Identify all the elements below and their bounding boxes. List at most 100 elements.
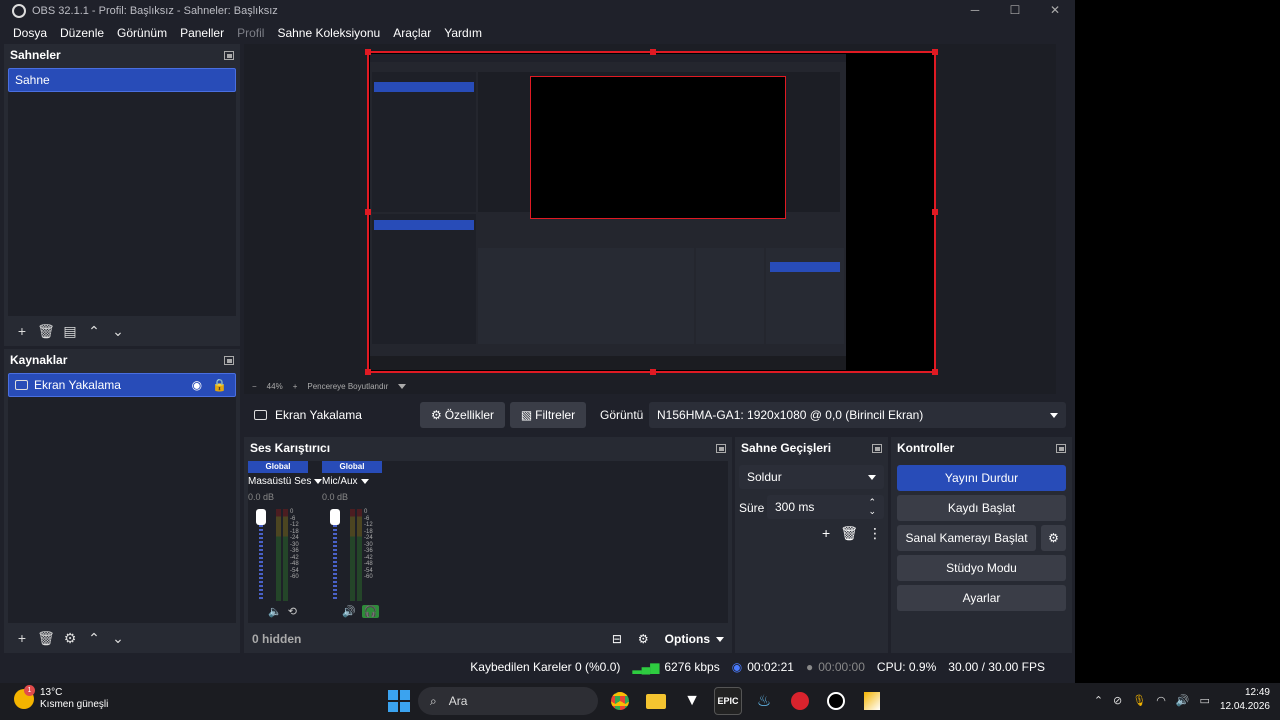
resize-handle[interactable] xyxy=(650,49,656,55)
menu-scene-collection[interactable]: Sahne Koleksiyonu xyxy=(277,26,380,40)
epic-games-icon[interactable]: EPIC xyxy=(714,687,742,715)
move-down-icon[interactable]: ⌄ xyxy=(106,626,130,650)
dock-float-icon[interactable] xyxy=(872,443,882,453)
menu-docks[interactable]: Paneller xyxy=(180,26,224,40)
dock-float-icon[interactable] xyxy=(716,443,726,453)
resize-handle[interactable] xyxy=(365,369,371,375)
mixer-title: Ses Karıştırıcı xyxy=(250,441,331,455)
resize-handle[interactable] xyxy=(932,209,938,215)
remove-transition-icon[interactable]: 🗑 xyxy=(840,525,858,542)
zoom-bar: − 44% + Pencereye Boyutlandır xyxy=(244,378,1056,394)
obs-window: OBS 32.1.1 - Profil: Başlıksız - Sahnele… xyxy=(0,0,1075,683)
zoom-mode[interactable]: Pencereye Boyutlandır xyxy=(307,382,388,391)
add-transition-icon[interactable]: + xyxy=(822,525,830,542)
clock[interactable]: 12:49 12.04.2026 xyxy=(1220,686,1270,714)
source-item[interactable]: Ekran Yakalama ◉ 🔒 xyxy=(8,373,236,397)
advanced-audio-icon[interactable]: ⚙ xyxy=(638,632,649,646)
move-down-icon[interactable]: ⌄ xyxy=(106,319,130,343)
channel-name: Masaüstü Ses xyxy=(248,476,312,487)
dock-float-icon[interactable] xyxy=(1056,443,1066,453)
menu-profile[interactable]: Profil xyxy=(237,26,264,40)
weather-widget[interactable]: 1 13°C Kısmen güneşli xyxy=(14,685,108,711)
battery-icon[interactable]: ▭ xyxy=(1200,694,1210,707)
duration-label: Süre xyxy=(739,501,765,515)
wifi-icon[interactable]: ◠ xyxy=(1156,694,1166,707)
menu-edit[interactable]: Düzenle xyxy=(60,26,104,40)
lock-icon[interactable]: 🔒 xyxy=(212,378,227,392)
add-scene-icon[interactable]: + xyxy=(10,319,34,343)
transitions-title: Sahne Geçişleri xyxy=(741,441,832,455)
studio-mode-button[interactable]: Stüdyo Modu xyxy=(897,555,1066,581)
remove-source-icon[interactable]: 🗑 xyxy=(34,626,58,650)
preview-canvas[interactable] xyxy=(365,49,938,375)
display-select[interactable]: N156HMA-GA1: 1920x1080 @ 0,0 (Birincil E… xyxy=(649,402,1066,428)
virtual-camera-settings-gear-icon[interactable]: ⚙ xyxy=(1041,525,1066,551)
duration-input[interactable]: 300 ms ⌃ ⌄ xyxy=(767,495,884,519)
menu-help[interactable]: Yardım xyxy=(444,26,482,40)
taskbar-search[interactable]: ⌕ Ara xyxy=(418,687,598,715)
menu-tools[interactable]: Araçlar xyxy=(393,26,431,40)
move-up-icon[interactable]: ⌃ xyxy=(82,319,106,343)
visibility-eye-icon[interactable]: ◉ xyxy=(192,378,202,392)
zoom-out-icon[interactable]: − xyxy=(252,382,257,391)
stepper-icon[interactable]: ⌃ ⌄ xyxy=(868,498,876,516)
layout-icon[interactable]: ⊟ xyxy=(612,632,622,646)
scenes-dock: Sahneler Sahne + 🗑 ▤ ⌃ ⌄ xyxy=(4,44,240,346)
transition-select[interactable]: Soldur xyxy=(739,465,884,489)
start-recording-button[interactable]: Kaydı Başlat xyxy=(897,495,1066,521)
resize-handle[interactable] xyxy=(365,209,371,215)
start-windows-icon[interactable] xyxy=(388,690,410,712)
zoom-mode-dropdown-icon[interactable] xyxy=(398,383,407,389)
meter-bar xyxy=(276,509,281,601)
file-explorer-icon[interactable] xyxy=(642,687,670,715)
menu-view[interactable]: Görünüm xyxy=(117,26,167,40)
headphones-icon[interactable]: 🎧 xyxy=(361,605,380,618)
dock-float-icon[interactable] xyxy=(224,355,234,365)
meter-scale-tick: -12 xyxy=(290,522,299,528)
add-source-icon[interactable]: + xyxy=(10,626,34,650)
tray-chevron-up-icon[interactable]: ⌃ xyxy=(1094,694,1103,707)
resize-handle[interactable] xyxy=(650,369,656,375)
channel-menu-icon[interactable] xyxy=(360,479,369,484)
mute-speaker-icon[interactable]: 🔈 xyxy=(268,605,282,618)
meter-scale-tick: -24 xyxy=(290,535,299,541)
zoom-in-icon[interactable]: + xyxy=(293,382,298,391)
resize-handle[interactable] xyxy=(932,49,938,55)
start-virtual-camera-button[interactable]: Sanal Kamerayı Başlat xyxy=(897,525,1036,551)
volume-slider-knob[interactable] xyxy=(330,509,340,525)
obs-taskbar-icon[interactable] xyxy=(822,687,850,715)
preview-black-area xyxy=(846,54,933,370)
red-app-icon[interactable] xyxy=(786,687,814,715)
settings-button[interactable]: Ayarlar xyxy=(897,585,1066,611)
channel-scope: Global xyxy=(248,461,308,473)
scene-filters-icon[interactable]: ▤ xyxy=(58,319,82,343)
minimize-button[interactable]: ─ xyxy=(955,0,995,20)
meter-scale: 0 -6 -12 -18 -24 -30 -36 -42 -48 -54 -60 xyxy=(290,509,299,581)
volume-slider-knob[interactable] xyxy=(256,509,266,525)
speaker-icon[interactable]: 🔊 xyxy=(342,605,356,618)
app-icon[interactable] xyxy=(858,687,886,715)
remove-scene-icon[interactable]: 🗑 xyxy=(34,319,58,343)
dock-float-icon[interactable] xyxy=(224,50,234,60)
more-options-icon[interactable]: ⋮ xyxy=(868,525,882,542)
filters-button[interactable]: ▧ Filtreler xyxy=(510,402,586,428)
mute-icon[interactable]: ⊘ xyxy=(1113,694,1122,707)
move-up-icon[interactable]: ⌃ xyxy=(82,626,106,650)
steam-icon[interactable]: ♨ xyxy=(750,687,778,715)
scene-item[interactable]: Sahne xyxy=(8,68,236,92)
options-button[interactable]: Options xyxy=(665,632,724,646)
properties-button[interactable]: ⚙ Özellikler xyxy=(420,402,505,428)
source-properties-icon[interactable]: ⚙ xyxy=(58,626,82,650)
menu-file[interactable]: Dosya xyxy=(13,26,47,40)
volume-icon[interactable]: 🔊 xyxy=(1176,694,1190,707)
maximize-button[interactable]: ☐ xyxy=(995,0,1035,20)
stop-streaming-button[interactable]: Yayını Durdur xyxy=(897,465,1066,491)
monitor-icon[interactable]: ⟲ xyxy=(288,605,297,618)
zoom-level: 44% xyxy=(266,381,283,391)
resize-handle[interactable] xyxy=(932,369,938,375)
resize-handle[interactable] xyxy=(365,49,371,55)
vivaldi-v-icon[interactable]: ▼ xyxy=(678,687,706,715)
close-button[interactable]: ✕ xyxy=(1035,0,1075,20)
chrome-icon[interactable] xyxy=(606,687,634,715)
microphone-icon[interactable]: 🎙 xyxy=(1132,694,1146,707)
